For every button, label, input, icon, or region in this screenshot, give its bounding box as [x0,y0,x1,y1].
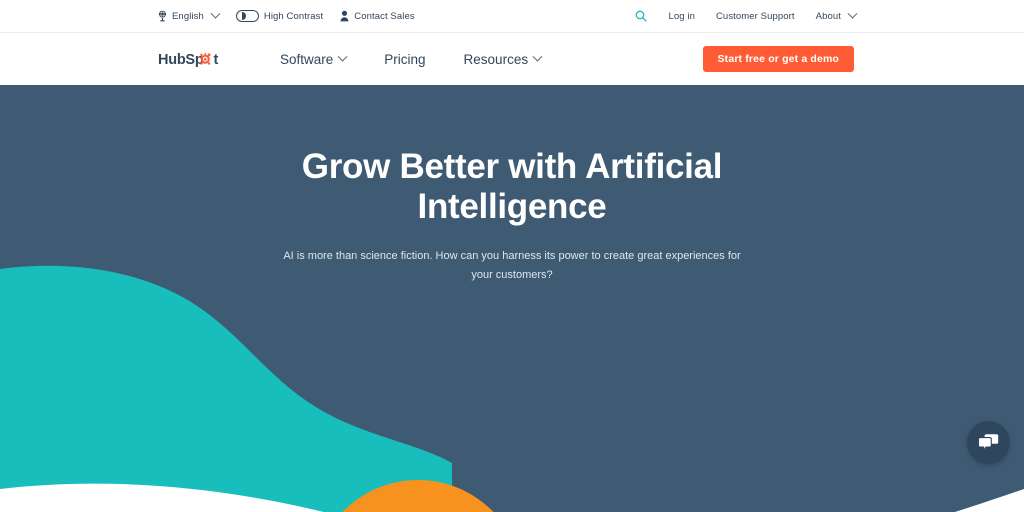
page-root: English High Contrast Contact Sales Log … [0,0,1024,512]
customer-support-label: Customer Support [715,10,795,22]
utility-bar: English High Contrast Contact Sales Log … [0,0,1024,33]
about-label: About [815,10,841,22]
hero-background-art [0,85,1024,512]
login-link[interactable]: Log in [668,11,694,22]
contact-sales-link[interactable]: Contact Sales [340,10,415,22]
nav-item-software-label: Software [280,51,334,67]
utility-bar-left-group: English High Contrast Contact Sales [158,8,415,22]
start-free-or-demo-button[interactable]: Start free or get a demo [702,46,854,72]
nav-item-resources-label: Resources [463,51,529,67]
contrast-toggle-icon[interactable] [235,10,259,22]
utility-bar-right-group: Log in Customer Support About [635,8,1006,22]
hubspot-logo[interactable]: HubSp t [158,49,228,70]
high-contrast-toggle[interactable]: High Contrast [235,10,324,22]
language-selector[interactable]: English [158,8,221,22]
search-icon[interactable] [635,10,648,22]
person-icon [340,10,349,22]
nav-item-software[interactable]: Software [280,51,348,67]
language-selector-label: English [172,10,204,22]
hubspot-logo-icon: HubSp t [158,52,219,68]
search-button[interactable] [635,10,648,22]
nav-item-resources[interactable]: Resources [463,51,543,67]
about-menu[interactable]: About [815,8,858,22]
high-contrast-label: High Contrast [263,10,324,22]
contact-sales-label: Contact Sales [354,10,415,22]
main-navigation: HubSp t Software Pricing Resources Start… [0,33,1024,85]
chevron-down-icon [532,51,543,62]
svg-text:HubSp: HubSp [158,52,204,68]
chat-bubble-icon [978,433,999,452]
chat-widget-button[interactable] [967,421,1010,464]
svg-text:t: t [214,52,219,68]
globe-icon [158,10,167,22]
chevron-down-icon [210,8,221,19]
nav-item-pricing-label: Pricing [384,51,426,67]
chevron-down-icon [337,51,348,62]
nav-item-pricing[interactable]: Pricing [384,52,425,67]
login-label: Log in [668,10,695,22]
customer-support-link[interactable]: Customer Support [716,11,795,22]
chevron-down-icon [847,8,858,19]
hero-section: Grow Better with Artificial Intelligence… [0,85,1024,512]
nav-links-group: Software Pricing Resources [280,51,579,67]
